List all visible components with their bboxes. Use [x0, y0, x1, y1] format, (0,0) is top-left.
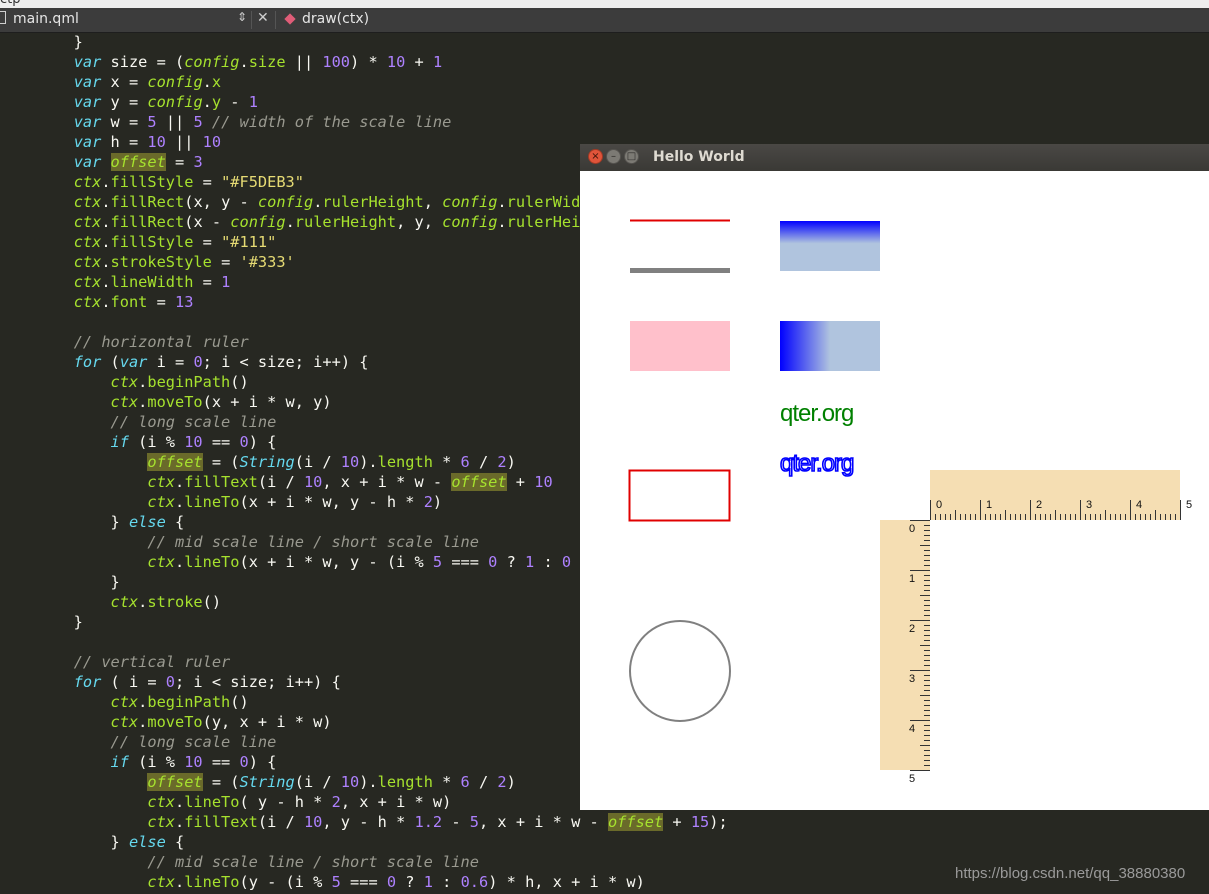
file-selector[interactable]: main.qml	[13, 11, 79, 27]
code-line: ctx.lineTo(y - (i % 5 === 0 ? 1 : 0.6) *…	[147, 873, 645, 891]
toolbar-divider	[251, 11, 252, 29]
code-line: if (i % 10 == 0) {	[110, 433, 277, 451]
code-line: ctx.lineTo(x + i * w, y - (i % 5 === 0 ?…	[147, 553, 572, 571]
window-close-button[interactable]: ×	[588, 149, 603, 164]
code-line: ctx.fillText(i / 10, x + i * w - offset …	[147, 473, 553, 491]
watermark: https://blog.csdn.net/qq_38880380	[955, 865, 1186, 882]
red-outline-rect	[628, 469, 731, 522]
editor-toolbar: main.qml ⇕ ✕ draw(ctx)	[0, 8, 1209, 33]
code-line: for (var i = 0; i < size; i++) {	[73, 353, 369, 371]
code-line: ctx.fillText(i / 10, y - h * 1.2 - 5, x …	[147, 813, 728, 831]
code-line: ctx.font = 13	[73, 293, 194, 311]
code-line: } else {	[0, 833, 185, 851]
ruler-label: 4	[909, 723, 915, 735]
code-line: ctx.moveTo(y, x + i * w)	[110, 713, 332, 731]
code-line: var offset = 3	[73, 153, 203, 171]
vertical-gradient-rect	[780, 221, 880, 271]
ruler-label: 0	[909, 523, 915, 535]
pink-rect	[630, 321, 730, 371]
window-titlebar[interactable]: × – □ Hello World	[580, 144, 1209, 171]
code-line: ctx.fillRect(x - config.rulerHeight, y, …	[73, 213, 608, 231]
close-file-icon[interactable]: ✕	[257, 10, 269, 26]
ruler-label: 2	[1036, 499, 1042, 511]
code-line: // long scale line	[110, 733, 277, 751]
code-line: for ( i = 0; i < size; i++) {	[73, 673, 341, 691]
code-line: if (i % 10 == 0) {	[110, 753, 277, 771]
code-line: ctx.fillStyle = "#F5DEB3"	[73, 173, 304, 191]
code-line: }	[0, 613, 83, 631]
ruler-label: 3	[1086, 499, 1092, 511]
code-line: ctx.fillStyle = "#111"	[73, 233, 277, 251]
ruler-label: 1	[986, 499, 992, 511]
window-minimize-button[interactable]: –	[606, 149, 621, 164]
code-line: // long scale line	[110, 413, 277, 431]
code-line: ctx.lineTo( y - h * 2, x + i * w)	[147, 793, 452, 811]
ruler-label: 2	[909, 623, 915, 635]
app-window: × – □ Hello World qter.org qter.org 0 0 …	[580, 144, 1209, 810]
code-line: var x = config.x	[73, 73, 222, 91]
ruler-label: 5	[1186, 499, 1192, 511]
code-line: ctx.lineWidth = 1	[73, 273, 231, 291]
ruler-label: 0	[936, 499, 942, 511]
code-line: offset = (String(i / 10).length * 6 / 2)	[147, 773, 516, 791]
code-line: // mid scale line / short scale line	[147, 853, 479, 871]
updown-arrows-icon[interactable]: ⇕	[237, 10, 247, 24]
code-line: }	[0, 573, 120, 591]
code-line: var h = 10 || 10	[73, 133, 222, 151]
code-line: // horizontal ruler	[73, 333, 249, 351]
function-selector[interactable]: draw(ctx)	[302, 11, 369, 27]
code-line: ctx.fillRect(x, y - config.rulerHeight, …	[73, 193, 599, 211]
stroked-text: qter.org	[780, 450, 853, 477]
top-strip: ctp	[0, 0, 1209, 8]
function-icon	[284, 13, 296, 25]
code-line: var size = (config.size || 100) * 10 + 1	[73, 53, 443, 71]
code-line: ctx.beginPath()	[110, 693, 249, 711]
ruler-label: 1	[909, 573, 915, 585]
filled-text: qter.org	[780, 400, 853, 427]
gray-circle	[629, 620, 731, 722]
code-line: ctx.moveTo(x + i * w, y)	[110, 393, 332, 411]
toolbar-divider	[275, 11, 276, 29]
ruler-label: 3	[909, 673, 915, 685]
ruler-group: 0 0 1 1 2 2 3 3 4 4 5 5	[880, 470, 1192, 785]
code-line: ctx.lineTo(x + i * w, y - h * 2)	[147, 493, 443, 511]
horizontal-gradient-rect	[780, 321, 880, 371]
top-strip-label: ctp	[0, 0, 21, 7]
code-line: ctx.strokeStyle = '#333'	[73, 253, 295, 271]
window-title: Hello World	[653, 149, 745, 165]
code-line: // mid scale line / short scale line	[147, 533, 479, 551]
code-line: ctx.beginPath()	[110, 373, 249, 391]
code-line: } else {	[0, 513, 185, 531]
ruler-label: 4	[1136, 499, 1142, 511]
drawing-canvas: qter.org qter.org 0 0 1 1 2 2 3 3 4 4 5 5	[628, 219, 1192, 785]
window-maximize-button[interactable]: □	[624, 149, 639, 164]
code-line: var y = config.y - 1	[73, 93, 258, 111]
code-line: offset = (String(i / 10).length * 6 / 2)	[147, 453, 516, 471]
code-line: // vertical ruler	[73, 653, 231, 671]
code-line: }	[0, 33, 83, 51]
ruler-label: 5	[909, 773, 915, 785]
code-line: ctx.stroke()	[110, 593, 222, 611]
code-line: var w = 5 || 5 // width of the scale lin…	[73, 113, 452, 131]
file-icon	[0, 11, 6, 24]
